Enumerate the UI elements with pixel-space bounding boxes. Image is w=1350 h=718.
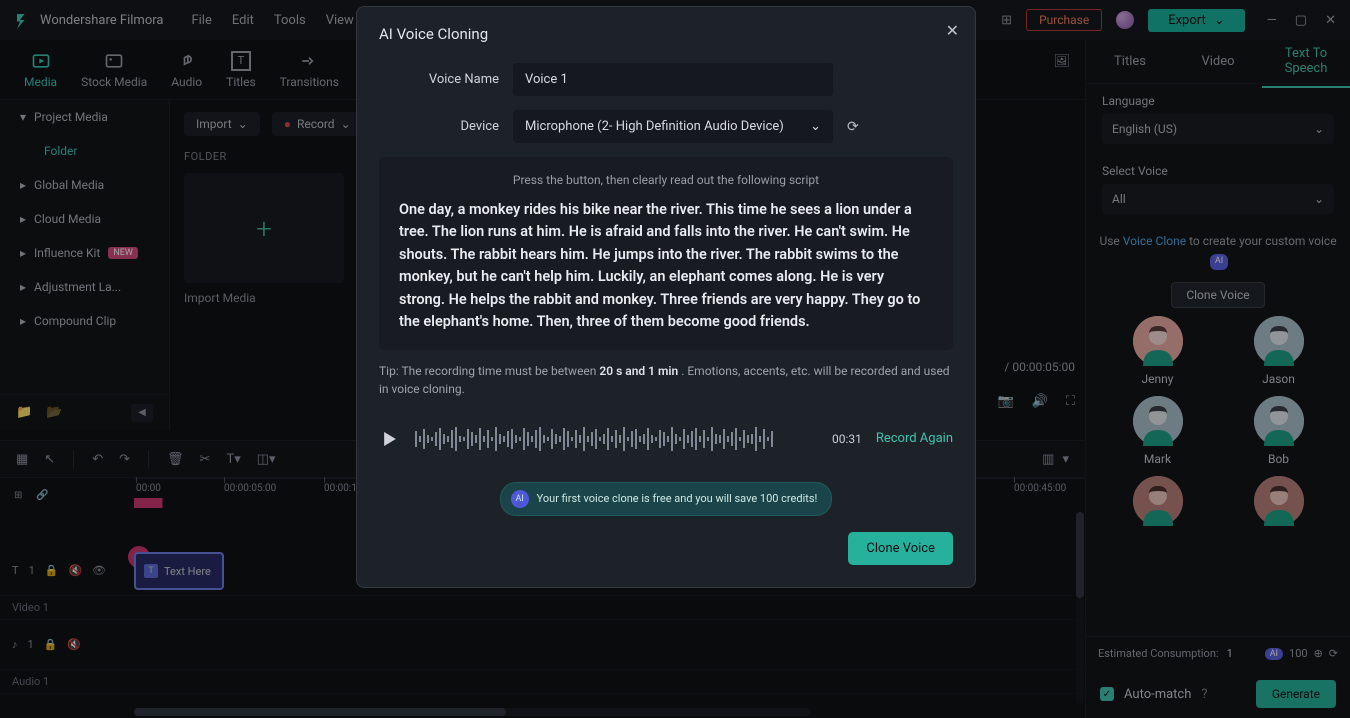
promo-pill: AI Your first voice clone is free and yo… — [500, 482, 833, 516]
script-hint: Press the button, then clearly read out … — [399, 173, 933, 187]
recording-duration: 00:31 — [832, 432, 862, 446]
voice-name-input[interactable] — [513, 63, 833, 96]
voice-name-label: Voice Name — [379, 72, 499, 87]
play-recording-icon[interactable] — [379, 428, 401, 450]
recording-tip: Tip: The recording time must be between … — [379, 362, 953, 398]
device-label: Device — [379, 119, 499, 134]
ai-icon: AI — [511, 490, 529, 508]
modal-title: AI Voice Cloning — [379, 25, 953, 43]
script-text: One day, a monkey rides his bike near th… — [399, 199, 933, 334]
refresh-device-icon[interactable]: ⟳ — [847, 119, 859, 135]
device-select[interactable]: Microphone (2- High Definition Audio Dev… — [513, 110, 833, 143]
ai-voice-cloning-modal: AI Voice Cloning ✕ Voice Name Device Mic… — [356, 6, 976, 588]
record-again-button[interactable]: Record Again — [876, 431, 953, 446]
modal-close-icon[interactable]: ✕ — [946, 21, 959, 40]
waveform[interactable] — [415, 424, 818, 454]
chevron-down-icon: ⌄ — [810, 119, 821, 134]
clone-voice-button[interactable]: Clone Voice — [848, 532, 953, 565]
